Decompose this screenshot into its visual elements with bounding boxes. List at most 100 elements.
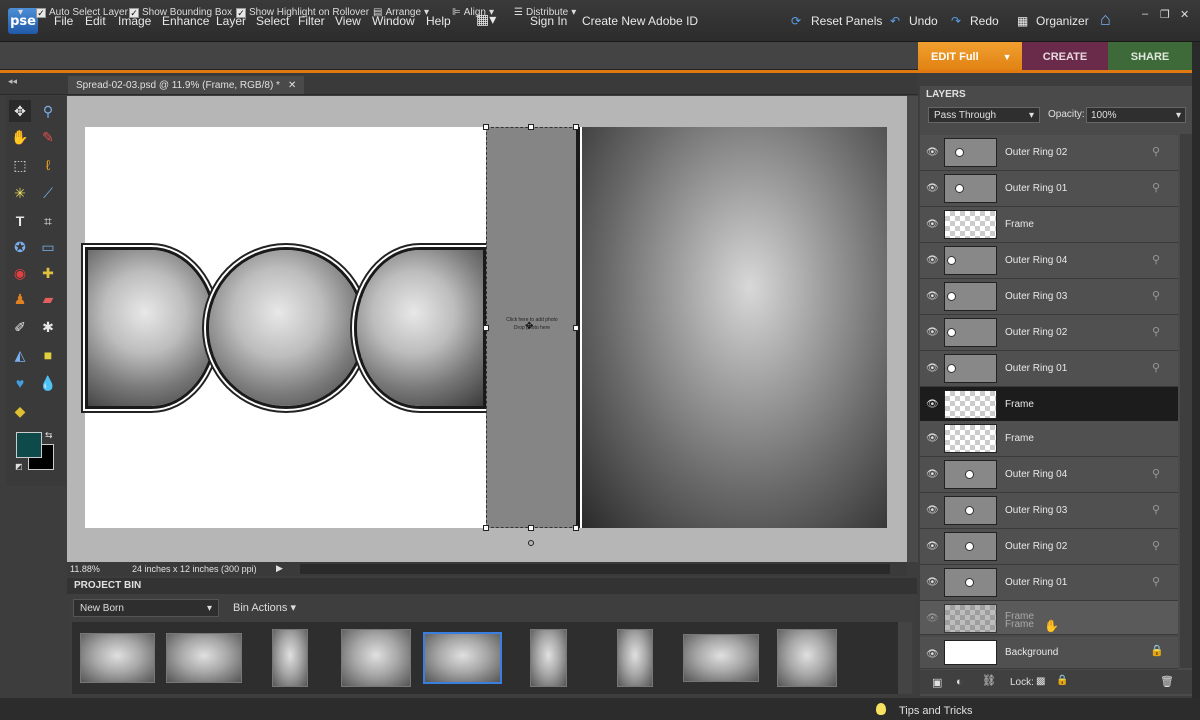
transform-handle-bl[interactable] xyxy=(483,525,489,531)
layer-row[interactable]: 👁 Outer Ring 04 ⚲ xyxy=(920,243,1178,279)
highlight-checkbox[interactable]: ✓ xyxy=(236,7,246,18)
magic-wand-tool-icon[interactable]: ✳ xyxy=(9,182,31,204)
visibility-eye-icon[interactable]: 👁 xyxy=(926,505,939,516)
layers-scrollbar[interactable] xyxy=(1180,134,1192,668)
default-colors-icon[interactable]: ◩ xyxy=(15,462,23,471)
project-bin-header[interactable]: PROJECT BIN xyxy=(67,578,917,594)
visibility-eye-icon[interactable]: 👁 xyxy=(926,433,939,444)
arrange-dropdown[interactable]: ▤ Arrange ▾ xyxy=(373,7,429,18)
healing-brush-tool-icon[interactable]: ✚ xyxy=(37,262,59,284)
create-adobe-id-link[interactable]: Create New Adobe ID xyxy=(582,14,698,28)
bin-thumbnail[interactable] xyxy=(166,633,242,683)
transform-handle-br[interactable] xyxy=(573,525,579,531)
link-layers-icon[interactable]: ⛓ xyxy=(982,674,996,687)
share-tab[interactable]: SHARE xyxy=(1108,42,1192,72)
layer-row[interactable]: 👁 Outer Ring 03 ⚲ xyxy=(920,279,1178,315)
paint-bucket-tool-icon[interactable]: ◭ xyxy=(9,344,31,366)
visibility-eye-icon[interactable]: 👁 xyxy=(926,219,939,230)
canvas-vertical-scrollbar[interactable] xyxy=(907,96,918,562)
smart-brush-tool-icon[interactable]: ✱ xyxy=(37,316,59,338)
edit-mode-chevron-icon[interactable]: ▼ xyxy=(1003,52,1012,62)
link-icon[interactable]: ⚲ xyxy=(1152,539,1160,552)
transform-handle-tc[interactable] xyxy=(528,124,534,130)
bin-actions-menu[interactable]: Bin Actions ▾ xyxy=(233,601,296,614)
visibility-eye-icon[interactable]: 👁 xyxy=(926,327,939,338)
visibility-eye-icon[interactable]: 👁 xyxy=(926,577,939,588)
link-icon[interactable]: ⚲ xyxy=(1152,503,1160,516)
organizer-button[interactable]: Organizer xyxy=(1036,14,1089,28)
layer-row[interactable]: 👁 Outer Ring 03 ⚲ xyxy=(920,493,1178,529)
adjustment-layer-icon[interactable]: ◐ xyxy=(956,676,963,688)
transform-handle-tr[interactable] xyxy=(573,124,579,130)
transform-handle-bc[interactable] xyxy=(528,525,534,531)
visibility-eye-icon[interactable]: 👁 xyxy=(926,649,939,660)
visibility-eye-icon[interactable]: 👁 xyxy=(926,469,939,480)
zoom-tool-icon[interactable]: ⚲ xyxy=(37,100,59,122)
crop-tool-icon[interactable]: ⌗ xyxy=(37,210,59,232)
lock-transparency-icon[interactable]: ▩ xyxy=(1036,676,1045,687)
visibility-eye-icon[interactable]: 👁 xyxy=(926,363,939,374)
canvas-horizontal-scrollbar[interactable] xyxy=(300,564,890,574)
layer-row[interactable]: 👁 Outer Ring 02 ⚲ xyxy=(920,529,1178,565)
create-tab[interactable]: CREATE xyxy=(1022,42,1108,72)
transform-handle-ml[interactable] xyxy=(483,325,489,331)
eyedropper-tool-icon[interactable]: ✎ xyxy=(37,126,59,148)
link-icon[interactable]: ⚲ xyxy=(1152,181,1160,194)
custom-shape-tool-icon[interactable]: ♥ xyxy=(9,372,31,394)
visibility-eye-icon[interactable]: 👁 xyxy=(926,255,939,266)
layer-row[interactable]: 👁 Outer Ring 02 ⚲ xyxy=(920,135,1178,171)
bin-thumbnail[interactable] xyxy=(341,629,411,687)
maximize-icon[interactable]: ❐ xyxy=(1160,8,1170,21)
link-icon[interactable]: ⚲ xyxy=(1152,289,1160,302)
layer-row-dragging[interactable]: 👁 Frame Frame ✋ xyxy=(920,601,1178,635)
hand-tool-icon[interactable]: ✋ xyxy=(9,126,31,148)
type-tool-icon[interactable]: T xyxy=(9,210,31,232)
link-icon[interactable]: ⚲ xyxy=(1152,575,1160,588)
sponge-tool-icon[interactable]: ◆ xyxy=(9,400,31,422)
auto-select-checkbox[interactable]: ✓ xyxy=(36,7,46,18)
zoom-level[interactable]: 11.88% xyxy=(70,564,100,574)
link-icon[interactable]: ⚲ xyxy=(1152,467,1160,480)
visibility-eye-icon[interactable]: 👁 xyxy=(926,291,939,302)
show-bounding-box-option[interactable]: ✓ Show Bounding Box xyxy=(129,7,232,18)
blur-tool-icon[interactable]: 💧 xyxy=(37,372,59,394)
layer-row[interactable]: 👁 Frame xyxy=(920,421,1178,457)
edit-full-tab[interactable]: EDIT Full ▼ xyxy=(918,42,1022,72)
blend-mode-select[interactable]: Pass Through ▾ xyxy=(928,107,1040,123)
visibility-eye-icon[interactable]: 👁 xyxy=(926,541,939,552)
bounding-box-checkbox[interactable]: ✓ xyxy=(129,7,139,18)
visibility-eye-icon[interactable]: 👁 xyxy=(926,183,939,194)
bin-thumbnail[interactable] xyxy=(777,629,837,687)
move-options-chevron-icon[interactable]: ▾ xyxy=(18,7,23,18)
home-icon[interactable]: ⌂ xyxy=(1100,9,1111,30)
reset-panels-button[interactable]: Reset Panels xyxy=(811,14,882,28)
layer-row[interactable]: 👁 Frame xyxy=(920,207,1178,243)
align-dropdown[interactable]: ⊫ Align ▾ xyxy=(452,7,494,18)
opacity-input[interactable]: 100% ▾ xyxy=(1086,107,1186,123)
straighten-tool-icon[interactable]: ▭ xyxy=(37,236,59,258)
baby-hands-photo[interactable] xyxy=(582,127,887,528)
album-select[interactable]: New Born ▾ xyxy=(73,599,219,617)
layer-row-background[interactable]: 👁 Background 🔒 xyxy=(920,637,1178,669)
layer-row-selected[interactable]: 👁 Frame xyxy=(920,387,1178,423)
lock-all-icon[interactable]: 🔒 xyxy=(1056,675,1068,686)
bin-thumbnail[interactable] xyxy=(530,629,567,687)
tips-and-tricks-link[interactable]: Tips and Tricks xyxy=(899,705,973,717)
new-layer-icon[interactable]: ▣ xyxy=(932,676,942,689)
red-eye-tool-icon[interactable]: ◉ xyxy=(9,262,31,284)
bin-thumbnail[interactable] xyxy=(683,634,759,682)
eraser-tool-icon[interactable]: ▰ xyxy=(37,288,59,310)
link-icon[interactable]: ⚲ xyxy=(1152,145,1160,158)
layer-row[interactable]: 👁 Outer Ring 02 ⚲ xyxy=(920,315,1178,351)
minimize-icon[interactable]: – xyxy=(1142,8,1148,20)
transform-handle-tl[interactable] xyxy=(483,124,489,130)
bin-thumbnail[interactable] xyxy=(80,633,155,683)
clone-stamp-tool-icon[interactable]: ♟ xyxy=(9,288,31,310)
status-menu-arrow-icon[interactable]: ▶ xyxy=(276,563,283,574)
layer-row[interactable]: 👁 Outer Ring 01 ⚲ xyxy=(920,351,1178,387)
foreground-color-swatch[interactable] xyxy=(16,432,42,458)
cookie-cutter-tool-icon[interactable]: ✪ xyxy=(9,236,31,258)
undo-button[interactable]: Undo xyxy=(909,14,938,28)
link-icon[interactable]: ⚲ xyxy=(1152,325,1160,338)
photo-circle-3[interactable] xyxy=(354,247,486,409)
